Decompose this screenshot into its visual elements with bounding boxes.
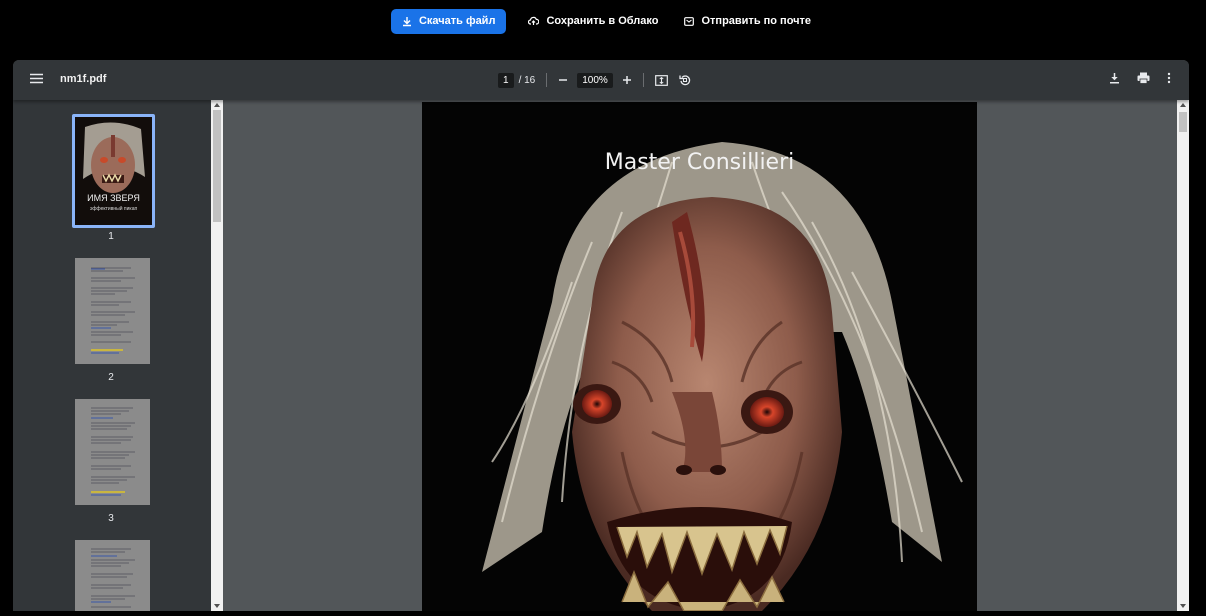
download-icon[interactable] xyxy=(1109,72,1120,84)
cover-thumbnail-subtitle: эффективный пикап xyxy=(89,206,138,212)
scroll-up-arrow[interactable] xyxy=(214,103,220,107)
top-action-bar: Скачать файл Сохранить в Облако Отправит… xyxy=(0,0,1206,42)
page-title: Master Consillieri xyxy=(604,150,795,175)
send-by-mail-button[interactable]: Отправить по почте xyxy=(680,9,815,34)
file-name: nm1f.pdf xyxy=(60,73,107,85)
sidebar-scroll-thumb[interactable] xyxy=(213,110,221,222)
toolbar-divider xyxy=(642,73,644,87)
zoom-level-input[interactable]: 100% xyxy=(577,72,613,88)
thumbnail-sidebar: ИМЯ ЗВЕРЯ эффективный пикап 1 2 3 xyxy=(13,100,211,611)
save-to-cloud-label: Сохранить в Облако xyxy=(546,15,659,27)
zoom-out-icon[interactable] xyxy=(558,75,568,85)
send-by-mail-label: Отправить по почте xyxy=(701,15,812,27)
fit-to-page-icon[interactable] xyxy=(654,74,668,86)
page-number-input[interactable]: 1 xyxy=(498,72,514,88)
main-scrollbar[interactable] xyxy=(1177,100,1189,611)
text-page-thumbnail xyxy=(75,540,150,611)
thumbnail-page-number: 2 xyxy=(108,372,114,383)
menu-icon[interactable] xyxy=(30,73,43,84)
pdf-page-1: Master Consillieri xyxy=(422,102,977,611)
text-page-thumbnail xyxy=(75,399,150,505)
rotate-icon[interactable] xyxy=(679,74,691,86)
save-to-cloud-button[interactable]: Сохранить в Облако xyxy=(524,9,662,34)
more-options-icon[interactable] xyxy=(1167,72,1171,84)
toolbar-divider xyxy=(546,73,548,87)
download-file-button[interactable]: Скачать файл xyxy=(390,8,507,34)
download-file-label: Скачать файл xyxy=(418,15,496,27)
total-pages: / 16 xyxy=(518,74,536,86)
zoom-in-icon[interactable] xyxy=(622,75,632,85)
scroll-down-arrow[interactable] xyxy=(1180,604,1186,608)
main-scroll-thumb[interactable] xyxy=(1179,112,1187,132)
download-icon xyxy=(402,16,412,27)
print-icon[interactable] xyxy=(1137,72,1150,84)
page-zoom-controls: 1 / 16 100% xyxy=(498,71,691,89)
thumbnail-page-number: 1 xyxy=(108,231,114,242)
thumbnail-page-number: 3 xyxy=(108,513,114,524)
viewer-toolbar: nm1f.pdf 1 / 16 100% xyxy=(13,60,1189,100)
scroll-down-arrow[interactable] xyxy=(214,604,220,608)
thumbnail-page-2[interactable] xyxy=(75,258,150,364)
cover-thumbnail-title: ИМЯ ЗВЕРЯ xyxy=(87,193,140,203)
cloud-upload-icon xyxy=(528,16,540,26)
sidebar-scrollbar[interactable] xyxy=(211,100,223,611)
thumbnail-page-1[interactable]: ИМЯ ЗВЕРЯ эффективный пикап xyxy=(72,114,155,228)
text-page-thumbnail xyxy=(75,258,150,364)
thumbnail-page-3[interactable] xyxy=(75,399,150,505)
thumbnail-page-4[interactable] xyxy=(75,540,150,611)
cover-monster-image xyxy=(422,102,977,611)
scroll-up-arrow[interactable] xyxy=(1180,103,1186,107)
pdf-viewer: nm1f.pdf 1 / 16 100% ИМЯ ЗВЕРЯ эффективн… xyxy=(13,60,1189,611)
mail-icon xyxy=(684,16,695,26)
toolbar-right-actions xyxy=(1109,72,1171,84)
